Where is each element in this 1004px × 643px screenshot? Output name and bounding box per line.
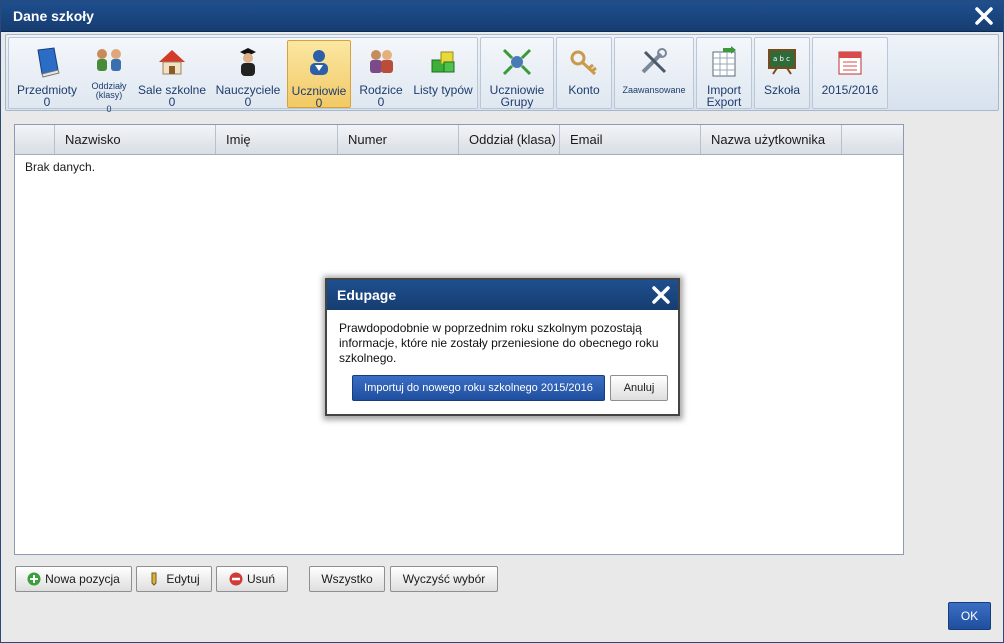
- window-title: Dane szkoły: [13, 8, 94, 24]
- school-board-icon: a b c: [768, 49, 796, 75]
- ok-button[interactable]: OK: [948, 602, 991, 630]
- calendar-icon: [838, 51, 862, 75]
- tab-przedmioty[interactable]: Przedmioty 0: [11, 40, 83, 108]
- parents-icon: [370, 50, 393, 73]
- dialog-title: Edupage: [337, 287, 397, 303]
- pencil-icon: [151, 572, 157, 586]
- svg-text:a b c: a b c: [773, 55, 790, 63]
- tab-import-export[interactable]: Import Export: [699, 40, 749, 108]
- tab-konto[interactable]: Konto: [559, 40, 609, 108]
- toolbar-group-account: Konto: [556, 37, 612, 109]
- close-icon[interactable]: [973, 5, 995, 27]
- tools-icon: [641, 48, 667, 74]
- classroom-icon: [159, 50, 185, 75]
- teacher-icon: [240, 48, 256, 76]
- toolbar: Przedmioty 0 Oddziały (klasy) 0 Sale szk…: [5, 34, 999, 114]
- tab-school-year[interactable]: 2015/2016: [815, 40, 885, 108]
- column-header-imie[interactable]: Imię: [216, 125, 338, 154]
- dialog-close-icon[interactable]: [650, 284, 672, 306]
- column-header-email[interactable]: Email: [560, 125, 701, 154]
- tab-listy-typow[interactable]: Listy typów: [411, 40, 475, 108]
- column-header-nazwa-uzytkownika[interactable]: Nazwa użytkownika: [701, 125, 842, 154]
- clear-selection-button[interactable]: Wyczyść wybór: [390, 566, 498, 592]
- book-icon: [37, 47, 60, 78]
- student-icon: [310, 50, 328, 75]
- tab-szkola[interactable]: a b c Szkoła: [757, 40, 807, 108]
- toolbar-group-main: Przedmioty 0 Oddziały (klasy) 0 Sale szk…: [8, 37, 478, 114]
- edit-button[interactable]: Edytuj: [136, 566, 212, 592]
- cancel-button[interactable]: Anuluj: [610, 375, 668, 401]
- school-data-window: Dane szkoły Przedmioty 0 Oddziały (klasy…: [0, 0, 1004, 643]
- new-item-button[interactable]: Nowa pozycja: [15, 566, 132, 592]
- tab-sale-szkolne[interactable]: Sale szkolne 0: [135, 40, 209, 108]
- tab-uczniowie[interactable]: Uczniowie 0: [287, 40, 351, 109]
- tab-rodzice[interactable]: Rodzice 0: [353, 40, 409, 108]
- window-titlebar: Dane szkoły: [1, 1, 1003, 32]
- select-all-button[interactable]: Wszystko: [309, 566, 385, 592]
- column-header-numer[interactable]: Numer: [338, 125, 459, 154]
- classes-icon: [97, 49, 121, 71]
- tab-zaawansowane[interactable]: Zaawansowane: [617, 40, 691, 108]
- account-icon: [570, 50, 597, 76]
- column-header-select[interactable]: [15, 125, 55, 154]
- toolbar-group-import: Import Export: [696, 37, 752, 109]
- edupage-dialog: Edupage Prawdopodobnie w poprzednim roku…: [325, 278, 680, 416]
- dialog-titlebar: Edupage: [327, 280, 678, 310]
- column-header-oddzial[interactable]: Oddział (klasa): [459, 125, 560, 154]
- import-to-new-year-button[interactable]: Importuj do nowego roku szkolnego 2015/2…: [352, 375, 605, 401]
- empty-message: Brak danych.: [25, 160, 96, 174]
- column-header-nazwisko[interactable]: Nazwisko: [55, 125, 216, 154]
- delete-button[interactable]: Usuń: [216, 566, 288, 592]
- tab-nauczyciele[interactable]: Nauczyciele 0: [211, 40, 285, 108]
- toolbar-group-school: a b c Szkoła: [754, 37, 810, 109]
- toolbar-group-groups: Uczniowie Grupy: [480, 37, 554, 109]
- tab-oddzialy[interactable]: Oddziały (klasy) 0: [85, 40, 133, 114]
- student-groups-icon: [502, 48, 532, 76]
- toolbar-group-year: 2015/2016: [812, 37, 888, 109]
- dialog-message: Prawdopodobnie w poprzednim roku szkolny…: [339, 321, 659, 365]
- types-list-icon: [431, 51, 455, 73]
- toolbar-group-advanced: Zaawansowane: [614, 37, 694, 109]
- table-header: Nazwisko Imię Numer Oddział (klasa) Emai…: [15, 125, 903, 155]
- import-export-icon: [712, 46, 736, 77]
- tab-uczniowie-grupy[interactable]: Uczniowie Grupy: [483, 40, 551, 108]
- add-icon: [27, 572, 41, 586]
- delete-icon: [229, 572, 243, 586]
